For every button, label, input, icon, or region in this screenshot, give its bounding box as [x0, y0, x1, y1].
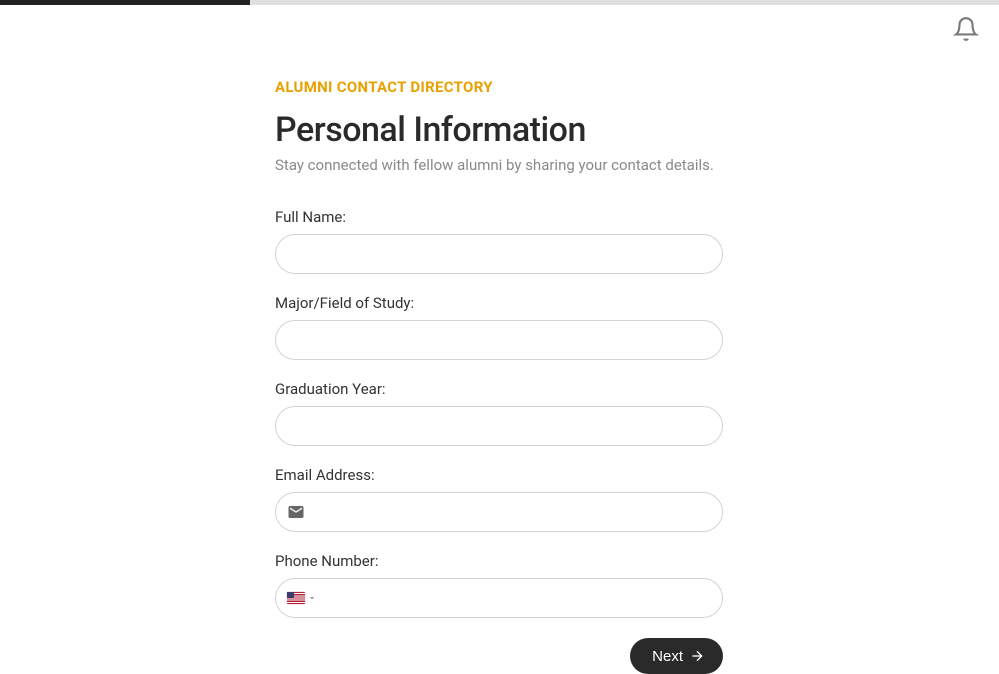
grad-year-input[interactable]: [275, 406, 723, 446]
chevron-down-icon: [307, 593, 317, 603]
next-button[interactable]: Next: [630, 638, 723, 674]
field-email: Email Address:: [275, 466, 723, 532]
page-subtitle: Stay connected with fellow alumni by sha…: [275, 156, 723, 174]
phone-country-select[interactable]: [287, 592, 317, 604]
bell-icon: [953, 16, 979, 42]
progress-fill: [0, 0, 250, 5]
form-actions: Next: [275, 638, 723, 674]
next-button-label: Next: [652, 648, 683, 665]
major-label: Major/Field of Study:: [275, 294, 723, 312]
email-input[interactable]: [275, 492, 723, 532]
page-title: Personal Information: [275, 110, 723, 150]
phone-input[interactable]: [275, 578, 723, 618]
field-phone: Phone Number:: [275, 552, 723, 618]
field-full-name: Full Name:: [275, 208, 723, 274]
grad-year-label: Graduation Year:: [275, 380, 723, 398]
form-container: ALUMNI CONTACT DIRECTORY Personal Inform…: [275, 78, 723, 674]
us-flag-icon: [287, 592, 305, 604]
email-label: Email Address:: [275, 466, 723, 484]
full-name-input[interactable]: [275, 234, 723, 274]
field-grad-year: Graduation Year:: [275, 380, 723, 446]
full-name-label: Full Name:: [275, 208, 723, 226]
notifications-button[interactable]: [951, 14, 981, 44]
arrow-right-icon: [689, 648, 705, 664]
major-input[interactable]: [275, 320, 723, 360]
phone-label: Phone Number:: [275, 552, 723, 570]
eyebrow-title: ALUMNI CONTACT DIRECTORY: [275, 78, 723, 96]
field-major: Major/Field of Study:: [275, 294, 723, 360]
